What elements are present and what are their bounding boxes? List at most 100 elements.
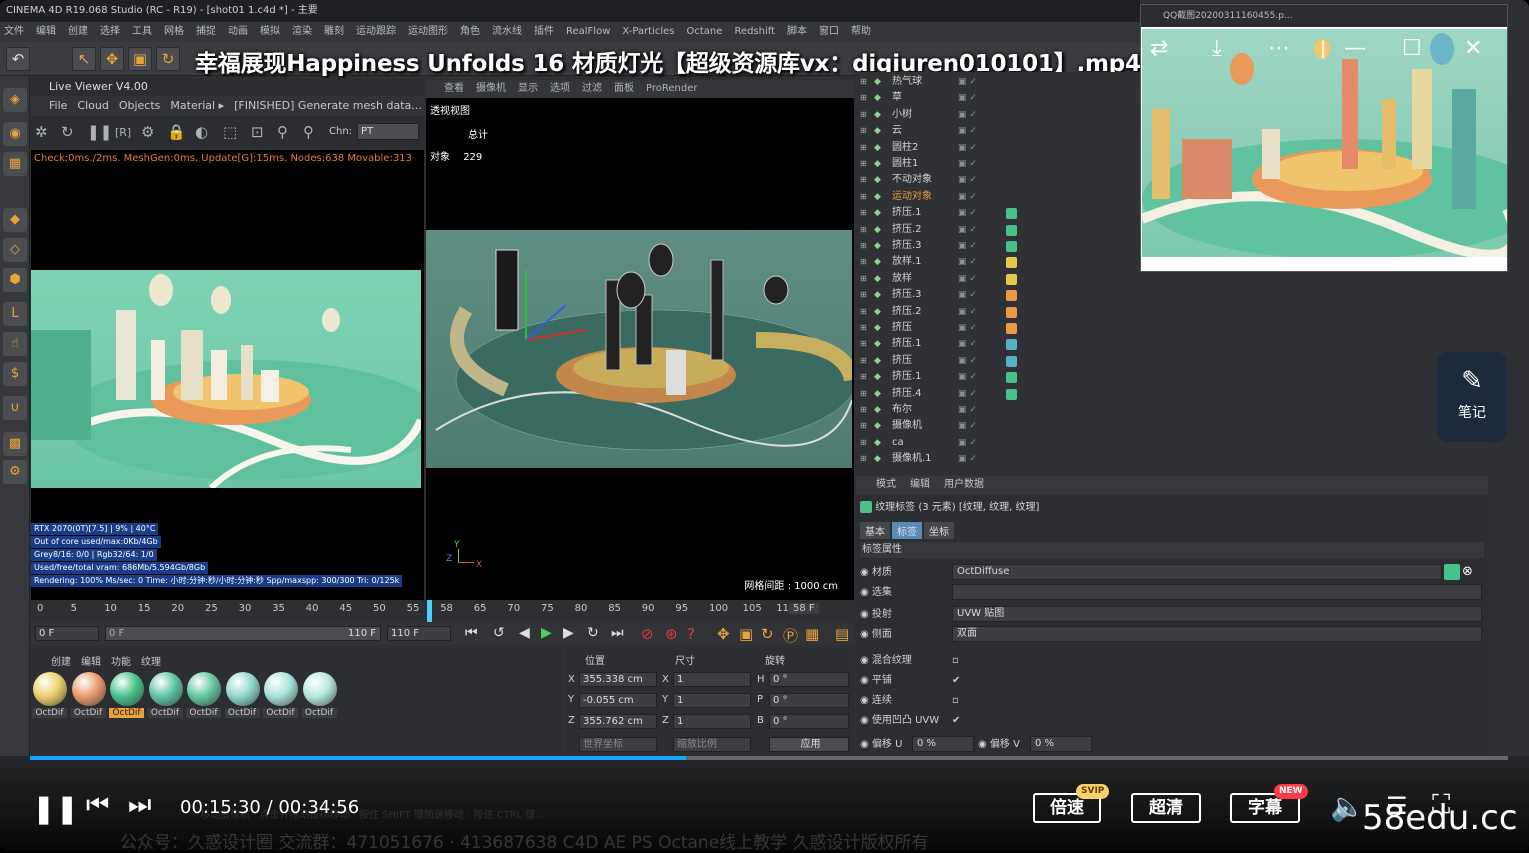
share-icon[interactable]: ⇄ (1150, 36, 1168, 61)
expand-icon[interactable]: ⊞ (860, 90, 867, 106)
object-row[interactable]: ⊞ ◆ 挤压 ▣ ✓ (856, 353, 1488, 370)
download-icon[interactable]: ⤓ (1212, 36, 1222, 61)
material-tag-icon[interactable] (1006, 306, 1017, 318)
visibility-icon[interactable]: ▣ ✓ (958, 254, 977, 270)
go-end-icon[interactable]: ⏭ (611, 625, 624, 641)
visibility-icon[interactable]: ▣ ✓ (958, 238, 977, 254)
playhead[interactable] (427, 600, 432, 622)
radio-icon[interactable]: ◉ (860, 609, 869, 620)
expand-icon[interactable]: ⊞ (860, 189, 867, 205)
menu-item[interactable]: X-Particles (622, 26, 674, 37)
expand-icon[interactable]: ⊞ (860, 238, 867, 254)
expand-icon[interactable]: ⊞ (860, 369, 867, 385)
settings-icon[interactable]: ✲ (35, 123, 48, 141)
object-row[interactable]: ⊞ ◆ 布尔 ▣ ✓ (856, 402, 1488, 419)
radio-icon[interactable]: ◉ (860, 675, 869, 686)
expand-icon[interactable]: ⊞ (860, 156, 867, 172)
points-mode-icon[interactable]: ◆ (3, 208, 27, 232)
close-icon[interactable]: ✕ (1464, 36, 1482, 61)
expand-icon[interactable]: ⊞ (860, 271, 867, 287)
radio-icon[interactable]: ◉ (860, 655, 869, 666)
tile-checkbox[interactable]: ✔ (952, 672, 960, 690)
viewport-menu-item[interactable]: 选项 (550, 83, 570, 94)
rotation-h-field[interactable]: 0 ° (769, 672, 849, 687)
prev-key-icon[interactable]: ↺ (493, 625, 505, 641)
viewport-menu-item[interactable]: 摄像机 (476, 83, 506, 94)
lock-icon[interactable]: 🔒 (167, 123, 186, 141)
menu-item[interactable]: 编辑 (36, 26, 56, 37)
menu-item[interactable]: RealFlow (566, 26, 610, 37)
grid-icon[interactable]: ▩ (3, 432, 27, 456)
end-frame-field[interactable]: 110 F (387, 626, 451, 641)
object-row[interactable]: ⊞ ◆ 摄像机.1 ▣ ✓ (856, 451, 1488, 468)
radio-icon[interactable]: ◉ (860, 629, 869, 640)
mix-texture-checkbox[interactable]: ▫ (952, 652, 959, 670)
expand-icon[interactable]: ⊞ (860, 304, 867, 320)
material-tab[interactable]: 创建 (51, 657, 71, 668)
live-viewer-menu-item[interactable]: [FINISHED] Generate mesh data... (234, 99, 422, 112)
coord-mode-select[interactable]: 世界坐标 (579, 737, 657, 752)
undo-icon[interactable]: ↶ (6, 47, 30, 71)
snap-icon[interactable]: $ (3, 362, 27, 386)
menu-item[interactable]: 模拟 (260, 26, 280, 37)
object-row[interactable]: ⊞ ◆ 挤压.1 ▣ ✓ (856, 369, 1488, 386)
expand-icon[interactable]: ⊞ (860, 418, 867, 434)
menu-item[interactable]: 帮助 (851, 26, 871, 37)
object-row[interactable]: ⊞ ◆ 摄像机 ▣ ✓ (856, 418, 1488, 435)
live-viewer-menu-item[interactable]: File (49, 99, 67, 112)
menu-item[interactable]: 角色 (460, 26, 480, 37)
menu-item[interactable]: 动画 (228, 26, 248, 37)
visibility-icon[interactable]: ▣ ✓ (958, 386, 977, 402)
material-label[interactable]: OctDif (301, 708, 337, 718)
expand-icon[interactable]: ⊞ (860, 140, 867, 156)
material-label[interactable]: OctDif (109, 708, 144, 718)
expand-icon[interactable]: ⊞ (860, 222, 867, 238)
expand-icon[interactable]: ⊞ (860, 402, 867, 418)
side-select[interactable]: 双面 (952, 626, 1482, 642)
expand-icon[interactable]: ⊞ (860, 336, 867, 352)
texture-mode-icon[interactable]: ◉ (3, 122, 27, 146)
material-tag-icon[interactable] (1006, 290, 1017, 302)
menu-item[interactable]: 流水线 (492, 26, 522, 37)
region-icon[interactable]: [R] (115, 126, 131, 139)
material-swatch[interactable] (264, 672, 298, 706)
visibility-icon[interactable]: ▣ ✓ (958, 402, 977, 418)
material-swatch[interactable] (302, 672, 337, 706)
visibility-icon[interactable]: ▣ ✓ (958, 156, 977, 172)
radio-icon[interactable]: ◉ (860, 695, 869, 706)
material-preview-icon[interactable] (1444, 564, 1460, 580)
live-viewer-menu-item[interactable]: Material ▸ (170, 99, 224, 112)
material-label[interactable]: OctDif (263, 708, 298, 718)
next-key-icon[interactable]: ↻ (587, 625, 599, 641)
more-icon[interactable]: ⋯ (1268, 36, 1290, 61)
key-position-icon[interactable]: ✥ (717, 625, 730, 643)
rotate-tool-icon[interactable]: ↻ (156, 47, 180, 71)
expand-icon[interactable]: ⊞ (860, 451, 867, 467)
visibility-icon[interactable]: ▣ ✓ (958, 271, 977, 287)
refresh-icon[interactable]: ↻ (61, 123, 74, 141)
size-z-field[interactable]: 1 (673, 714, 751, 729)
object-row[interactable]: ⊞ ◆ 放样 ▣ ✓ (856, 271, 1488, 288)
radio-icon[interactable]: ◉ (860, 567, 869, 578)
axis-icon[interactable]: L (3, 302, 27, 326)
uvw-checkbox[interactable]: ✔ (952, 712, 960, 730)
material-label[interactable]: OctDif (186, 708, 221, 718)
material-tag-icon[interactable] (1006, 323, 1017, 334)
play-icon[interactable]: ▶ (541, 625, 552, 641)
rotation-p-field[interactable]: 0 ° (769, 693, 849, 708)
material-tab[interactable]: 功能 (111, 657, 131, 668)
start-frame-field[interactable]: 0 F (35, 626, 99, 641)
menu-item[interactable]: 工具 (132, 26, 152, 37)
expand-icon[interactable]: ⊞ (860, 74, 867, 90)
frame-icon[interactable]: ⬚ (223, 123, 237, 141)
visibility-icon[interactable]: ▣ ✓ (958, 304, 977, 320)
visibility-icon[interactable]: ▣ ✓ (958, 222, 977, 238)
material-tag-icon[interactable] (1006, 241, 1017, 252)
selection-field[interactable] (952, 584, 1482, 600)
keyframe-help-icon[interactable]: ? (687, 625, 695, 643)
attribute-tab[interactable]: 编辑 (910, 479, 930, 490)
next-button[interactable]: ⏭ (128, 790, 151, 821)
menu-item[interactable]: 捕捉 (196, 26, 216, 37)
position-y-field[interactable]: -0.055 cm (579, 693, 657, 708)
size-x-field[interactable]: 1 (673, 672, 751, 687)
